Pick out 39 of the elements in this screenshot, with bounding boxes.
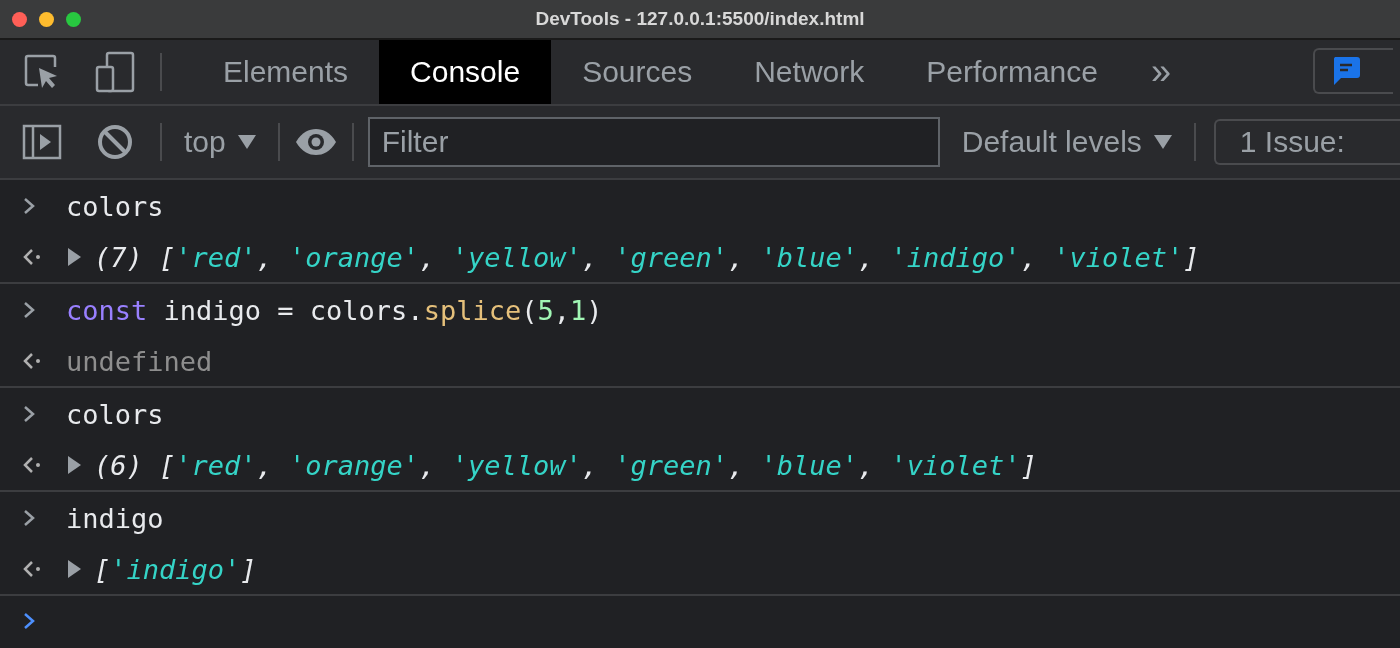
messages-button[interactable] [1313, 48, 1393, 94]
input-chevron-icon [22, 404, 36, 424]
chat-icon [1331, 55, 1361, 87]
result-arrow-icon [22, 456, 42, 474]
result-arrow-icon [22, 352, 42, 370]
log-levels-dropdown[interactable]: Default levels [953, 125, 1180, 159]
close-light[interactable] [12, 11, 27, 27]
result-text: ['indigo'] [94, 553, 257, 585]
result-text: (7) ['red', 'orange', 'yellow', 'green', 'blue', 'indigo', 'violet'] [94, 241, 1200, 273]
command-text: colors [66, 190, 164, 222]
input-chevron-icon [22, 196, 36, 216]
caret-icon [1153, 135, 1172, 149]
expand-triangle-icon[interactable] [66, 560, 82, 578]
command-text: const indigo = colors.splice(5,1) [66, 294, 603, 326]
result-arrow-icon [22, 248, 42, 266]
input-chevron-icon [22, 300, 36, 320]
issues-button[interactable]: 1 Issue: [1213, 119, 1400, 165]
window-title: DevTools - 127.0.0.1:5500/index.html [535, 8, 865, 30]
zoom-light[interactable] [66, 11, 81, 27]
panel-tab[interactable]: Performance [895, 40, 1129, 104]
caret-icon [237, 135, 256, 149]
prompt-chevron-icon [22, 611, 36, 631]
command-text: indigo [66, 502, 164, 534]
panel-tab[interactable]: Sources [551, 40, 724, 104]
filter-field[interactable]: Filter [367, 117, 940, 167]
panel-tab[interactable]: Console [379, 40, 552, 104]
eye-icon[interactable] [293, 128, 338, 156]
panel-tab[interactable]: Network [723, 40, 896, 104]
context-dropdown[interactable]: top [176, 125, 264, 159]
result-text: (6) ['red', 'orange', 'yellow', 'green', 'blue', 'violet'] [94, 449, 1037, 481]
panel-tab[interactable]: Elements [192, 40, 380, 104]
command-text: colors [66, 398, 164, 430]
input-chevron-icon [22, 508, 36, 528]
more-tabs-button[interactable]: » [1129, 40, 1193, 104]
expand-triangle-icon[interactable] [66, 456, 82, 474]
minimize-light[interactable] [39, 11, 54, 27]
expand-triangle-icon[interactable] [66, 248, 82, 266]
result-text: undefined [66, 345, 213, 377]
result-arrow-icon [22, 560, 42, 578]
